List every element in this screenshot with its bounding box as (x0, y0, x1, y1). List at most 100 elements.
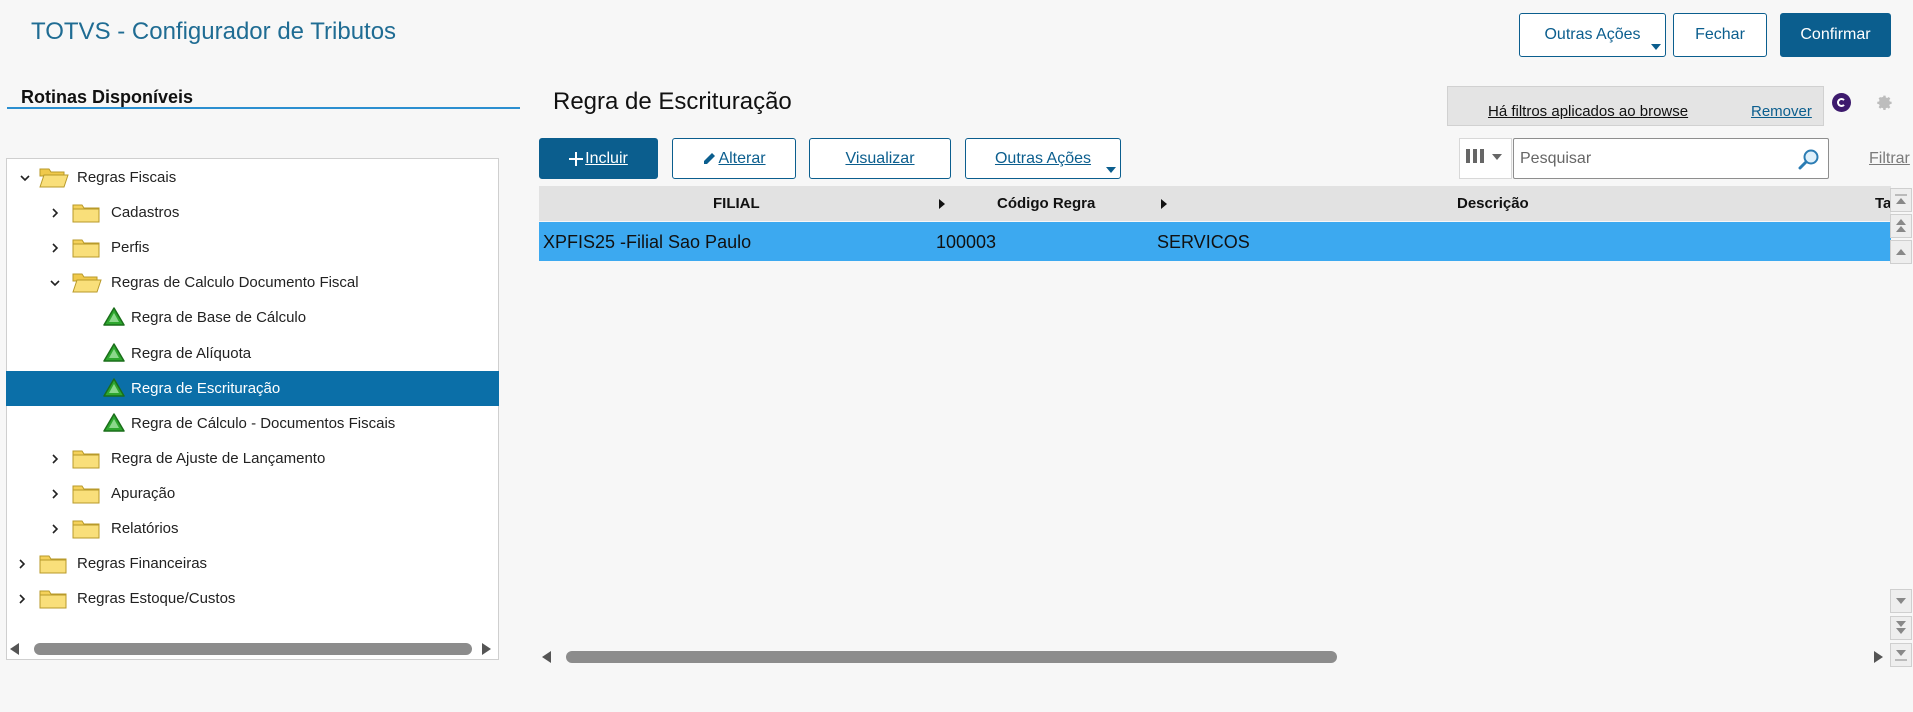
folder-icon (39, 552, 67, 574)
search-field[interactable] (1513, 138, 1829, 179)
double-arrow-up-icon (1896, 219, 1906, 232)
search-input[interactable] (1518, 147, 1792, 171)
tree-item[interactable]: Cadastros (6, 195, 499, 230)
cell-descricao: SERVICOS (1157, 232, 1250, 252)
filter-notice-link[interactable]: Há filtros aplicados ao browse (1488, 103, 1688, 120)
tree-item[interactable]: Regras Estoque/Custos (6, 581, 499, 616)
tree-item-label: Perfis (111, 239, 150, 256)
tree-item[interactable]: Relatórios (6, 511, 499, 546)
pencil-icon (704, 152, 716, 164)
tree-scroll-thumb[interactable] (34, 643, 472, 655)
scroll-page-down-button[interactable] (1890, 616, 1912, 640)
chevron-down-icon[interactable] (49, 277, 61, 289)
tree-item[interactable]: Apuração (6, 476, 499, 511)
folder-open-icon (39, 166, 69, 188)
tree-item[interactable]: Regras Financeiras (6, 546, 499, 581)
visualizar-button[interactable]: Visualizar (809, 138, 951, 179)
scroll-top-button[interactable] (1890, 188, 1912, 212)
arrow-up-icon (1895, 194, 1907, 204)
visualizar-label: Visualizar (845, 149, 915, 167)
table-row[interactable]: XPFIS25 -Filial Sao Paulo 100003 SERVICO… (539, 222, 1891, 261)
scroll-page-up-button[interactable] (1890, 214, 1912, 238)
routine-icon (103, 307, 131, 329)
routine-icon (103, 343, 131, 365)
scroll-right-icon[interactable] (1874, 651, 1883, 663)
chevron-right-icon[interactable] (49, 242, 61, 254)
scroll-down-button[interactable] (1890, 589, 1912, 613)
tree-item[interactable]: Regras de Calculo Documento Fiscal (6, 265, 499, 300)
column-resize-icon[interactable] (1161, 199, 1167, 209)
chevron-right-icon[interactable] (49, 523, 61, 535)
column-header-ta[interactable]: Ta (1875, 195, 1891, 212)
cell-filial: XPFIS25 -Filial Sao Paulo (543, 232, 752, 252)
scroll-left-icon[interactable] (542, 651, 551, 663)
scroll-left-icon[interactable] (10, 643, 19, 655)
cell-codigo-regra: 100003 (936, 232, 997, 252)
tree-item-label: Regra de Cálculo - Documentos Fiscais (131, 415, 396, 432)
tree-item-label: Regra de Base de Cálculo (131, 309, 307, 326)
alterar-label: Alterar (718, 149, 766, 167)
rotinas-title: Rotinas Disponíveis (21, 87, 194, 107)
incluir-button[interactable]: Incluir (539, 138, 658, 179)
tree-item-label: Regras Fiscais (77, 169, 177, 186)
plus-icon (569, 151, 584, 166)
tree-item[interactable]: Regra de Base de Cálculo (6, 300, 499, 335)
company-logo-icon[interactable] (1832, 93, 1851, 112)
tree-item[interactable]: Regra de Escrituração (6, 371, 499, 406)
arrow-up-icon (1896, 249, 1906, 255)
chevron-right-icon[interactable] (49, 453, 61, 465)
chevron-down-icon (1106, 167, 1116, 173)
incluir-label: Incluir (585, 149, 628, 167)
column-resize-icon[interactable] (939, 199, 945, 209)
columns-toggle[interactable] (1459, 138, 1512, 179)
fechar-button[interactable]: Fechar (1673, 13, 1767, 57)
search-icon[interactable] (1798, 148, 1820, 170)
outras-acoes-header-button[interactable]: Outras Ações (1519, 13, 1666, 57)
filtrar-link[interactable]: Filtrar (1869, 150, 1910, 168)
column-header-codigo-regra[interactable]: Código Regra (997, 195, 1095, 212)
tree-item-label: Regra de Escrituração (131, 380, 281, 397)
routine-icon (103, 378, 131, 400)
chevron-right-icon[interactable] (49, 488, 61, 500)
scroll-up-button[interactable] (1890, 240, 1912, 264)
scroll-right-icon[interactable] (482, 643, 491, 655)
remover-link[interactable]: Remover (1751, 103, 1812, 120)
rotinas-divider (7, 107, 520, 109)
chevron-right-icon[interactable] (49, 207, 61, 219)
double-arrow-down-icon (1896, 621, 1906, 634)
tree-horizontal-scrollbar[interactable] (10, 640, 494, 658)
tree-item-label: Regras de Calculo Documento Fiscal (111, 274, 359, 291)
routine-icon (103, 413, 131, 435)
tree-item-label: Regras Financeiras (77, 555, 208, 572)
arrow-down-icon (1896, 598, 1906, 604)
arrow-down-icon (1895, 650, 1907, 661)
tree-item[interactable]: Perfis (6, 230, 499, 265)
tree-item[interactable]: Regra de Cálculo - Documentos Fiscais (6, 406, 499, 441)
scroll-bottom-button[interactable] (1890, 643, 1912, 667)
folder-open-icon (72, 271, 102, 293)
gear-icon[interactable] (1874, 92, 1896, 114)
folder-icon (72, 517, 100, 539)
tree-item-label: Apuração (111, 485, 176, 502)
tree-item[interactable]: Regra de Ajuste de Lançamento (6, 441, 499, 476)
tree-item-label: Regra de Alíquota (131, 345, 252, 362)
confirmar-label: Confirmar (1800, 26, 1871, 43)
alterar-button[interactable]: Alterar (672, 138, 796, 179)
tree-item[interactable]: Regras Fiscais (6, 160, 499, 195)
tree-item-label: Regra de Ajuste de Lançamento (111, 450, 326, 467)
outras-acoes-button[interactable]: Outras Ações (965, 138, 1121, 179)
chevron-down-icon[interactable] (19, 172, 31, 184)
grid-scroll-thumb[interactable] (566, 651, 1337, 663)
grid-horizontal-scrollbar[interactable] (542, 648, 1892, 666)
outras-acoes-header-label: Outras Ações (1544, 26, 1641, 43)
chevron-down-icon (1651, 44, 1661, 50)
column-header-filial[interactable]: FILIAL (713, 195, 760, 212)
grid-header: FILIAL Código Regra Descrição Ta (539, 186, 1891, 221)
confirmar-button[interactable]: Confirmar (1780, 13, 1891, 57)
column-header-descricao[interactable]: Descrição (1457, 195, 1529, 212)
fechar-label: Fechar (1695, 26, 1745, 43)
chevron-right-icon[interactable] (16, 558, 28, 570)
tree-item-label: Cadastros (111, 204, 180, 221)
chevron-right-icon[interactable] (16, 593, 28, 605)
tree-item[interactable]: Regra de Alíquota (6, 336, 499, 371)
